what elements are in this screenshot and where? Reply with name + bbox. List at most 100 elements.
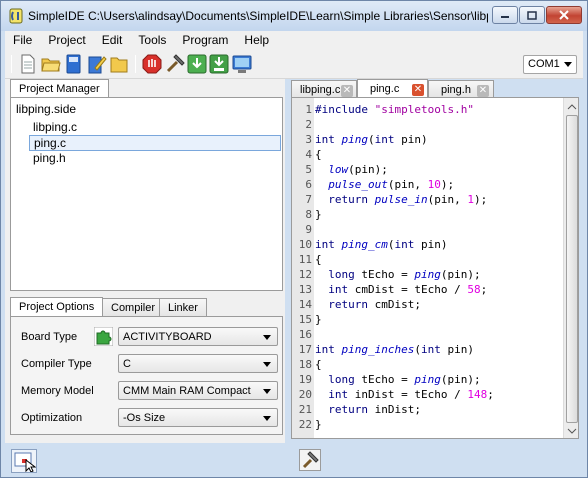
board-type-label: Board Type	[21, 331, 78, 343]
optimization-select[interactable]: -Os Size	[118, 408, 278, 427]
menu-file[interactable]: File	[5, 33, 40, 47]
scroll-up-icon[interactable]	[564, 100, 579, 114]
minimize-button[interactable]	[492, 6, 518, 24]
menu-program[interactable]: Program	[174, 33, 236, 47]
tab-ping-c[interactable]: ping.c ✕	[357, 79, 428, 98]
simpleide-window: SimpleIDE C:\Users\alindsay\Documents\Si…	[0, 0, 588, 478]
compiler-type-value: C	[123, 358, 131, 370]
folder-icon[interactable]	[109, 54, 129, 74]
optimization-label: Optimization	[21, 412, 83, 424]
line-number: 1	[305, 103, 312, 116]
line-number: 13	[298, 283, 312, 296]
save-icon[interactable]	[64, 54, 84, 74]
code-text: long tEcho = ping(pin);	[328, 373, 481, 386]
tab-libping-c[interactable]: libping.c ✕	[291, 80, 357, 98]
line-number: 7	[305, 193, 312, 206]
code-editor[interactable]: 1 #include "simpletools.h" 2 3 int ping(int …	[291, 97, 579, 439]
project-manager-panel: libping.side libping.c ping.c ping.h	[10, 97, 283, 291]
stop-icon[interactable]	[142, 54, 162, 74]
tab-close-icon[interactable]: ✕	[412, 84, 424, 96]
tab-linker[interactable]: Linker	[159, 298, 207, 317]
tab-close-icon[interactable]: ✕	[477, 85, 489, 97]
chevron-down-icon	[564, 62, 572, 67]
line-number: 4	[305, 148, 312, 161]
minimize-icon	[501, 16, 509, 18]
line-number: 22	[298, 418, 312, 431]
build-hammer-icon[interactable]	[165, 54, 185, 74]
line-number: 2	[305, 118, 312, 131]
line-number: 16	[298, 328, 312, 341]
toolbar-separator	[135, 55, 136, 73]
line-number: 19	[298, 373, 312, 386]
edit-icon[interactable]	[87, 54, 107, 74]
line-number: 10	[298, 238, 312, 251]
board-type-value: ACTIVITYBOARD	[123, 331, 212, 343]
close-icon	[559, 10, 569, 20]
cursor-pointer-icon	[14, 452, 37, 473]
memory-model-select[interactable]: CMM Main RAM Compact	[118, 381, 278, 400]
chevron-down-icon	[263, 416, 271, 421]
code-text: }	[315, 313, 322, 326]
open-folder-icon[interactable]	[41, 54, 61, 74]
code-text: return inDist;	[328, 403, 421, 416]
chevron-down-icon	[263, 389, 271, 394]
line-number: 15	[298, 313, 312, 326]
code-text: return pulse_in(pin, 1);	[328, 193, 488, 206]
menu-help[interactable]: Help	[236, 33, 277, 47]
maximize-button[interactable]	[519, 6, 545, 24]
com-port-select[interactable]: COM1	[523, 55, 577, 74]
memory-model-value: CMM Main RAM Compact	[123, 385, 251, 397]
code-text: }	[315, 208, 322, 221]
editor-tab-bar: libping.c ✕ ping.c ✕ ping.h ✕	[291, 79, 581, 98]
tab-project-manager[interactable]: Project Manager	[10, 79, 109, 99]
tab-label: ping.c	[370, 83, 400, 95]
line-number: 21	[298, 403, 312, 416]
close-window-button[interactable]	[546, 6, 582, 24]
project-file-item[interactable]: libping.c	[33, 120, 77, 134]
code-text: pulse_out(pin, 10);	[328, 178, 455, 191]
memory-model-label: Memory Model	[21, 385, 94, 397]
tab-project-options[interactable]: Project Options	[10, 297, 104, 317]
code-text: long tEcho = ping(pin);	[328, 268, 481, 281]
project-file-item-selected[interactable]: ping.c	[29, 135, 281, 151]
tab-close-icon[interactable]: ✕	[341, 85, 353, 97]
simpleide-app-icon	[9, 8, 23, 24]
line-number: 12	[298, 268, 312, 281]
menu-bar: File Project Edit Tools Program Help	[5, 31, 583, 49]
title-bar[interactable]: SimpleIDE C:\Users\alindsay\Documents\Si…	[1, 1, 587, 31]
optimization-value: -Os Size	[123, 412, 166, 424]
code-text: int inDist = tEcho / 148;	[328, 388, 494, 401]
load-eeprom-icon[interactable]	[209, 54, 229, 74]
line-number: 3	[305, 133, 312, 146]
project-file-item[interactable]: ping.h	[33, 151, 66, 165]
hammer-icon	[302, 451, 319, 469]
new-file-icon[interactable]	[18, 54, 38, 74]
load-ram-icon[interactable]	[187, 54, 207, 74]
code-text: {	[315, 253, 322, 266]
line-number: 5	[305, 163, 312, 176]
toolbar: COM1	[5, 49, 583, 79]
compiler-type-label: Compiler Type	[21, 358, 92, 370]
tab-label: ping.h	[441, 84, 471, 96]
left-pane: Project Manager libping.side libping.c p…	[5, 79, 285, 443]
chevron-down-icon	[263, 362, 271, 367]
menu-edit[interactable]: Edit	[94, 33, 131, 47]
run-terminal-icon[interactable]	[232, 54, 252, 74]
board-puzzle-icon[interactable]	[94, 327, 113, 346]
project-file[interactable]: libping.side	[16, 102, 76, 116]
compiler-type-select[interactable]: C	[118, 354, 278, 373]
menu-tools[interactable]: Tools	[130, 33, 174, 47]
code-text: int ping(int pin)	[315, 133, 428, 146]
tab-compiler[interactable]: Compiler	[102, 298, 165, 317]
code-text: {	[315, 358, 322, 371]
scrollbar-thumb[interactable]	[566, 115, 578, 423]
board-type-select[interactable]: ACTIVITYBOARD	[118, 327, 278, 346]
tab-ping-h[interactable]: ping.h ✕	[428, 80, 494, 98]
build-status-button[interactable]	[299, 449, 321, 471]
code-text: {	[315, 148, 322, 161]
tab-label: libping.c	[300, 84, 341, 96]
hide-options-button[interactable]	[11, 449, 37, 473]
scroll-down-icon[interactable]	[564, 424, 579, 438]
menu-project[interactable]: Project	[40, 33, 93, 47]
vertical-scrollbar[interactable]	[563, 98, 579, 438]
